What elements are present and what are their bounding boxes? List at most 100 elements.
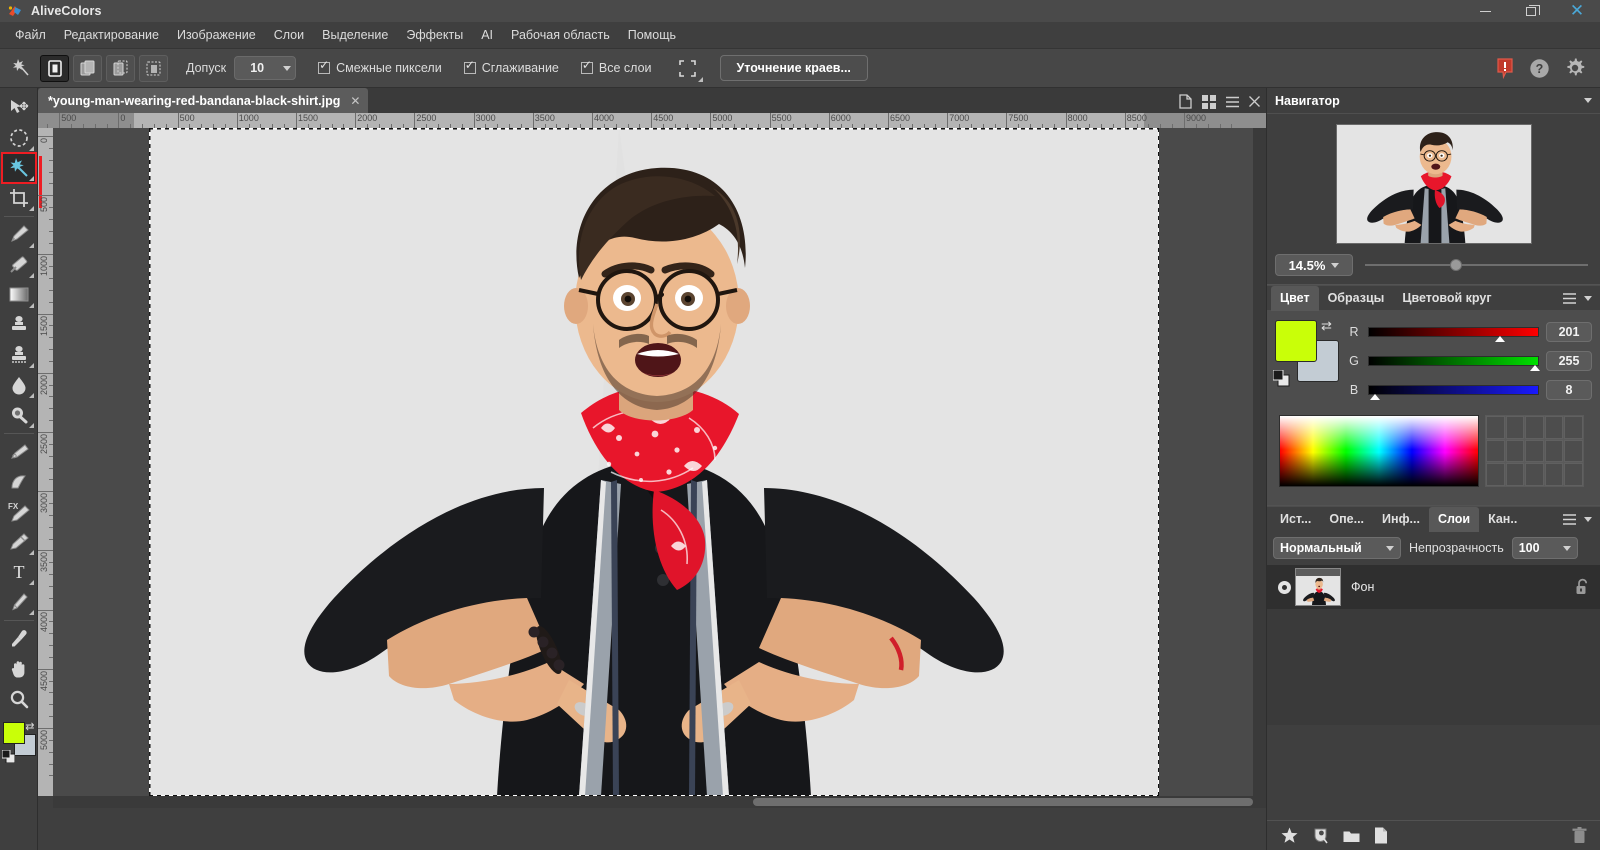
checkbox-antialias[interactable]: Сглаживание [463,58,559,75]
panel-close-icon[interactable] [1249,96,1260,107]
blend-mode-select[interactable]: Нормальный [1273,537,1401,559]
swatch-cell[interactable] [1525,463,1544,486]
tile-view-icon[interactable] [1202,94,1216,109]
pattern-stamp-tool[interactable] [2,340,36,370]
horizontal-scrollbar-thumb[interactable] [753,798,1253,806]
foreground-color-swatch[interactable] [1275,320,1317,362]
swatch-cell[interactable] [1564,439,1583,463]
layer-visibility-toggle[interactable] [1273,580,1295,594]
swatch-cell[interactable] [1505,416,1525,439]
hamburger-menu-icon[interactable] [1563,513,1576,525]
document-tab[interactable]: *young-man-wearing-red-bandana-black-shi… [38,88,369,113]
vertical-ruler[interactable]: 0 500 1000 1500 2000 2500 3000 3500 4000 4500 5000 [38,128,53,796]
green-value-input[interactable]: 255 [1546,351,1592,371]
new-document-icon[interactable] [1179,94,1192,109]
red-slider-marker[interactable] [1494,336,1505,342]
default-colors-icon[interactable] [1273,370,1290,387]
eraser-tool[interactable] [2,250,36,280]
menu-item-selection[interactable]: Выделение [313,24,397,46]
swap-colors-icon[interactable]: ⇄ [25,720,34,733]
brush-tool[interactable] [2,220,36,250]
chevron-down-icon[interactable] [1584,295,1592,301]
quick-mask-button[interactable] [674,55,703,82]
swatch-cell[interactable] [1564,416,1583,439]
panel-menu-icon[interactable] [1226,96,1239,108]
menu-item-layers[interactable]: Слои [265,24,313,46]
selection-mode-new[interactable] [40,54,69,82]
red-value-input[interactable]: 201 [1546,322,1592,342]
crop-tool[interactable] [2,183,36,213]
red-slider[interactable] [1368,327,1539,342]
swatch-cell[interactable] [1505,463,1525,486]
chevron-down-icon[interactable] [1584,516,1592,522]
new-group-icon[interactable] [1343,829,1360,843]
menu-item-effects[interactable]: Эффекты [397,24,472,46]
refine-edges-button[interactable]: Уточнение краев... [719,55,868,81]
saved-swatches-grid[interactable] [1485,415,1584,487]
chevron-down-icon[interactable] [1584,98,1592,103]
swatch-cell[interactable] [1544,416,1564,439]
selection-mode-intersect[interactable] [139,54,168,82]
settings-gear-icon[interactable] [1564,57,1586,79]
tab-operations[interactable]: Опе... [1320,507,1373,532]
canvas-page[interactable] [149,128,1159,796]
menu-item-help[interactable]: Помощь [619,24,685,46]
navigator-thumbnail[interactable] [1335,124,1532,244]
tab-info[interactable]: Инф... [1373,507,1429,532]
swatch-cell[interactable] [1486,463,1505,486]
layer-row-background[interactable]: Фон [1267,565,1600,609]
blue-slider-marker[interactable] [1369,394,1380,400]
adjustment-layer-icon[interactable] [1312,827,1329,844]
close-button[interactable]: ✕ [1554,0,1600,22]
swatch-cell[interactable] [1486,416,1505,439]
history-brush-tool[interactable] [2,467,36,497]
opacity-input[interactable]: 100 [1511,537,1578,559]
eyedropper-tool[interactable] [2,624,36,654]
swatch-cell[interactable] [1486,439,1505,463]
marker-tool[interactable] [2,527,36,557]
chevron-down-icon[interactable] [1331,262,1340,268]
swatch-cell[interactable] [1544,439,1564,463]
move-tool[interactable] [2,93,36,123]
green-slider-marker[interactable] [1530,365,1541,371]
checkbox-all-layers[interactable]: Все слои [580,58,652,75]
blue-value-input[interactable]: 8 [1546,380,1592,400]
menu-item-file[interactable]: Файл [6,24,55,46]
tolerance-input[interactable]: 10 [234,56,297,80]
fx-brush-tool[interactable]: FX [2,497,36,527]
color-spectrum-picker[interactable] [1279,415,1479,487]
blur-tool[interactable] [2,370,36,400]
zoom-slider[interactable] [1365,257,1588,273]
swatch-cell[interactable] [1525,439,1544,463]
tab-color-wheel[interactable]: Цветовой круг [1393,286,1500,311]
swatch-cell[interactable] [1564,463,1583,486]
smudge-tool[interactable] [2,437,36,467]
swatch-cell[interactable] [1505,439,1525,463]
selection-mode-add[interactable] [73,54,102,82]
tab-layers[interactable]: Слои [1428,506,1480,532]
green-slider[interactable] [1368,356,1541,371]
tab-history[interactable]: Ист... [1271,507,1320,532]
tab-swatches[interactable]: Образцы [1319,286,1394,311]
tab-color[interactable]: Цвет [1271,285,1319,311]
maximize-button[interactable] [1508,0,1554,22]
menu-item-ai[interactable]: AI [472,24,502,46]
clone-stamp-tool[interactable] [2,310,36,340]
swap-colors-icon[interactable]: ⇄ [1321,318,1332,334]
zoom-slider-knob[interactable] [1449,259,1462,271]
text-tool[interactable]: T [2,557,36,587]
unlocked-padlock-icon[interactable] [1575,578,1590,596]
menu-item-image[interactable]: Изображение [168,24,265,46]
selection-mode-subtract[interactable] [106,54,135,82]
pen-tool[interactable] [2,587,36,617]
zoom-level-input[interactable]: 14.5% [1275,254,1353,276]
notification-alert-icon[interactable] [1495,57,1515,79]
menu-item-edit[interactable]: Редактирование [55,24,168,46]
checkbox-contiguous[interactable]: Смежные пиксели [318,58,442,75]
magic-wand-tool[interactable] [0,152,37,184]
menu-item-workspace[interactable]: Рабочая область [502,24,619,46]
swatch-cell[interactable] [1525,416,1544,439]
vertical-scrollbar[interactable] [1253,128,1266,796]
gradient-tool[interactable] [2,280,36,310]
horizontal-ruler[interactable]: 0 5000 500 1000 1500 2000 2500 3000 3500 4000 4500… [38,113,1266,128]
